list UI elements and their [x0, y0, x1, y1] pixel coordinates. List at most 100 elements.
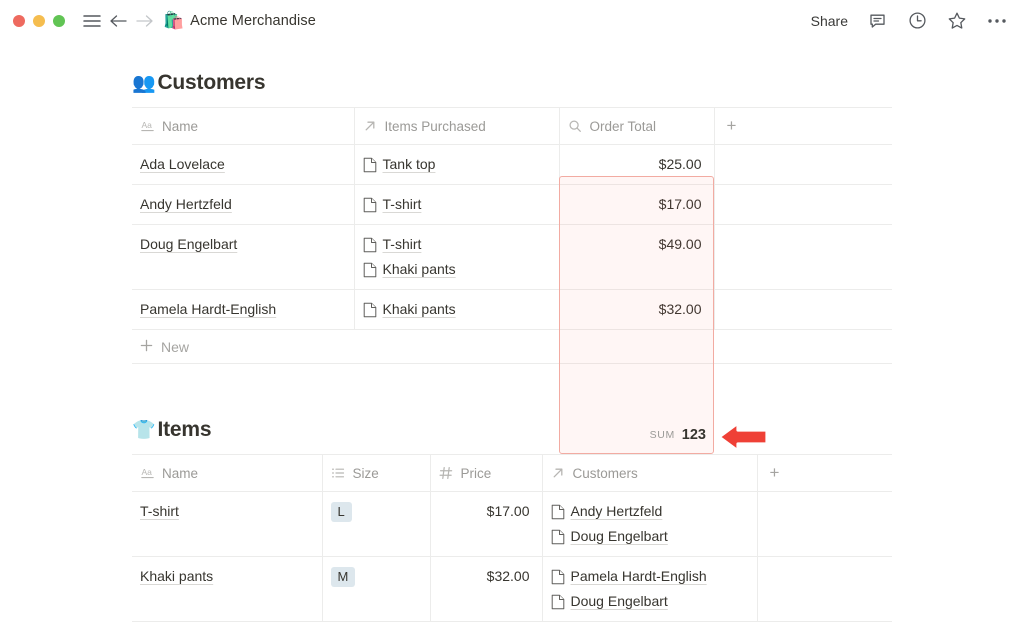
empty-cell[interactable]: [758, 557, 893, 596]
customers-title-text: Customers: [157, 71, 266, 94]
order-total-value[interactable]: $49.00: [560, 225, 714, 264]
relation-label[interactable]: Pamela Hardt-English: [571, 566, 707, 587]
page-icon: [551, 504, 565, 520]
empty-cell[interactable]: [715, 185, 893, 224]
table-row[interactable]: T-shirt L $17.00 Andy Hertzfeld Doug Eng…: [132, 491, 893, 557]
comment-icon[interactable]: [864, 8, 890, 34]
customers-rows: Ada Lovelace Tank top $25.00 Andy Hertzf…: [132, 144, 893, 364]
relation-label[interactable]: T-shirt: [383, 234, 422, 255]
minimize-window-button[interactable]: [33, 14, 45, 27]
new-row-label: New: [161, 338, 190, 355]
relation-label[interactable]: Doug Engelbart: [571, 591, 668, 612]
relation-chip[interactable]: Khaki pants: [363, 299, 551, 320]
customers-column-name-label: Name: [162, 118, 199, 134]
order-total-value[interactable]: $17.00: [560, 185, 714, 224]
items-database-block: 👕 Items Aa Name Size Price Customers + T…: [132, 418, 892, 622]
plus-icon: +: [769, 463, 780, 482]
relation-label[interactable]: Tank top: [383, 154, 436, 175]
items-add-column-button[interactable]: +: [756, 454, 892, 492]
item-name[interactable]: Khaki pants: [140, 568, 213, 584]
customers-add-column-button[interactable]: +: [713, 107, 892, 145]
maximize-window-button[interactable]: [53, 14, 65, 27]
customers-column-order-total[interactable]: Order Total: [558, 107, 714, 145]
relation-label[interactable]: T-shirt: [383, 194, 422, 215]
relation-chip[interactable]: Khaki pants: [363, 259, 551, 280]
customers-emoji-icon: 👥: [132, 72, 156, 94]
item-name[interactable]: T-shirt: [140, 503, 179, 519]
sum-value: 123: [681, 427, 706, 443]
relation-label[interactable]: Khaki pants: [383, 299, 456, 320]
relation-chip[interactable]: Doug Engelbart: [551, 591, 749, 612]
table-row[interactable]: Pamela Hardt-English Khaki pants $32.00: [132, 289, 893, 330]
table-row[interactable]: Khaki pants M $32.00 Pamela Hardt-Englis…: [132, 556, 893, 622]
hamburger-icon[interactable]: [79, 8, 105, 34]
items-column-name-label: Name: [162, 465, 199, 481]
order-total-value[interactable]: $25.00: [560, 145, 714, 184]
page-icon: [551, 529, 565, 545]
items-rows: T-shirt L $17.00 Andy Hertzfeld Doug Eng…: [132, 491, 893, 622]
rollup-search-icon: [568, 119, 583, 134]
document-title[interactable]: Acme Merchandise: [190, 13, 316, 29]
table-row[interactable]: Doug Engelbart T-shirt Khaki pants $49.0…: [132, 224, 893, 290]
customers-table: Aa Name Items Purchased Order Total + Ad…: [132, 107, 892, 364]
relation-label[interactable]: Doug Engelbart: [571, 526, 668, 547]
clock-icon[interactable]: [904, 8, 930, 34]
customer-name[interactable]: Doug Engelbart: [140, 236, 237, 252]
size-tag[interactable]: L: [330, 502, 352, 522]
sum-label: SUM: [649, 429, 675, 441]
items-title[interactable]: 👕 Items: [132, 418, 892, 442]
arrow-left-icon[interactable]: [105, 8, 131, 34]
customer-name[interactable]: Ada Lovelace: [140, 156, 225, 172]
item-price[interactable]: $17.00: [431, 492, 542, 531]
customers-column-name[interactable]: Aa Name: [132, 107, 354, 145]
page-icon: [363, 262, 377, 278]
empty-cell[interactable]: [715, 145, 893, 184]
ellipsis-icon[interactable]: [984, 8, 1010, 34]
relation-chip[interactable]: T-shirt: [363, 194, 551, 215]
empty-cell[interactable]: [715, 290, 893, 329]
page-icon: [363, 157, 377, 173]
items-column-name[interactable]: Aa Name: [132, 454, 322, 492]
table-row[interactable]: Ada Lovelace Tank top $25.00: [132, 144, 893, 185]
relation-chip[interactable]: Andy Hertzfeld: [551, 501, 749, 522]
relation-chip[interactable]: T-shirt: [363, 234, 551, 255]
app-window: 🛍️ Acme Merchandise Share 👥 Customers Aa…: [0, 0, 1024, 640]
page-icon: [363, 237, 377, 253]
page-icon: [551, 569, 565, 585]
text-type-icon: Aa: [140, 119, 155, 134]
customers-header-row: Aa Name Items Purchased Order Total +: [132, 107, 892, 145]
customer-name[interactable]: Pamela Hardt-English: [140, 301, 276, 317]
customers-new-row[interactable]: New: [132, 329, 892, 364]
svg-text:Aa: Aa: [141, 467, 152, 477]
annotation-arrow: [712, 415, 774, 464]
items-table: Aa Name Size Price Customers + T-shirt L…: [132, 454, 892, 622]
items-emoji-icon: 👕: [132, 419, 156, 441]
close-window-button[interactable]: [13, 14, 25, 27]
pointer-arrow-left-icon: [717, 421, 769, 453]
relation-chip[interactable]: Doug Engelbart: [551, 526, 749, 547]
item-price[interactable]: $32.00: [431, 557, 542, 596]
order-total-sum-footer[interactable]: SUM 123: [559, 423, 706, 447]
items-column-customers-label: Customers: [572, 465, 638, 481]
relation-chip[interactable]: Pamela Hardt-English: [551, 566, 749, 587]
customers-column-items[interactable]: Items Purchased: [353, 107, 559, 145]
items-column-price[interactable]: Price: [429, 454, 542, 492]
empty-cell[interactable]: [715, 225, 893, 264]
relation-arrow-icon: [363, 119, 378, 134]
customer-name[interactable]: Andy Hertzfeld: [140, 196, 232, 212]
order-total-value[interactable]: $32.00: [560, 290, 714, 329]
page-icon: [551, 594, 565, 610]
empty-cell[interactable]: [758, 492, 893, 531]
size-tag[interactable]: M: [330, 567, 356, 587]
items-header-row: Aa Name Size Price Customers +: [132, 454, 892, 492]
relation-label[interactable]: Khaki pants: [383, 259, 456, 280]
star-icon[interactable]: [944, 8, 970, 34]
items-column-size[interactable]: Size: [321, 454, 430, 492]
relation-label[interactable]: Andy Hertzfeld: [571, 501, 663, 522]
share-button[interactable]: Share: [809, 11, 850, 31]
relation-chip[interactable]: Tank top: [363, 154, 551, 175]
table-row[interactable]: Andy Hertzfeld T-shirt $17.00: [132, 184, 893, 225]
text-type-icon: Aa: [140, 466, 155, 481]
arrow-right-icon[interactable]: [131, 8, 157, 34]
customers-title[interactable]: 👥 Customers: [132, 71, 892, 95]
